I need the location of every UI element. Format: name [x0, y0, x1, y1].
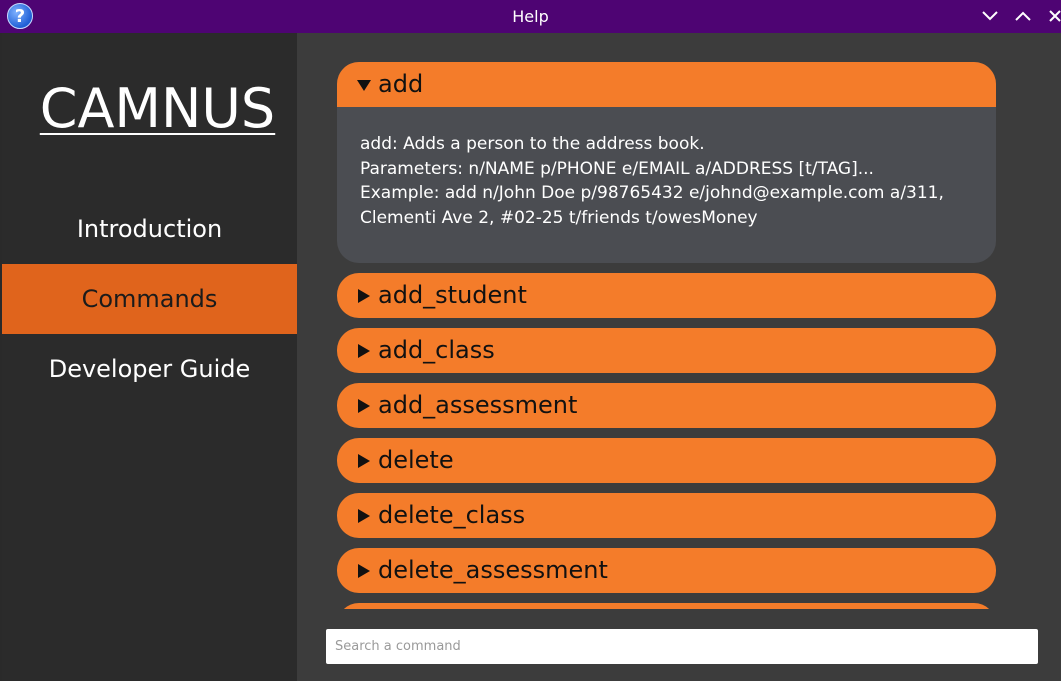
command-list[interactable]: add add: Adds a person to the address bo…	[337, 62, 996, 609]
expand-arrow-icon	[357, 80, 371, 91]
sidebar-item-developer-guide[interactable]: Developer Guide	[2, 334, 297, 404]
description-line: Parameters: n/NAME p/PHONE e/EMAIL a/ADD…	[360, 158, 874, 179]
collapse-arrow-icon	[358, 509, 370, 523]
command-item-add: add add: Adds a person to the address bo…	[337, 62, 996, 263]
command-name: delete	[378, 446, 454, 474]
command-name: add_assessment	[378, 391, 578, 419]
sidebar-item-commands[interactable]: Commands	[2, 264, 297, 334]
sidebar-item-introduction[interactable]: Introduction	[2, 194, 297, 264]
collapse-arrow-icon	[358, 454, 370, 468]
description-line: Clementi Ave 2, #02-25 t/friends t/owesM…	[360, 207, 758, 228]
collapse-arrow-icon	[358, 344, 370, 358]
command-name: delete_assessment	[378, 556, 608, 584]
command-name: add	[378, 70, 424, 98]
maximize-icon[interactable]	[1011, 5, 1035, 27]
description-line: add: Adds a person to the address book.	[360, 134, 705, 154]
command-name: add_class	[378, 336, 495, 364]
collapse-arrow-icon	[358, 399, 370, 413]
command-item-add-assessment[interactable]: add_assessment	[337, 383, 996, 428]
collapse-arrow-icon	[358, 289, 370, 303]
window-titlebar: ? Help	[0, 0, 1061, 33]
command-item-add-class[interactable]: add_class	[337, 328, 996, 373]
close-icon[interactable]	[1043, 5, 1061, 27]
collapse-arrow-icon	[358, 564, 370, 578]
main-content: add add: Adds a person to the address bo…	[297, 33, 1061, 681]
command-name: add_student	[378, 281, 527, 309]
minimize-icon[interactable]	[978, 5, 1002, 27]
command-item-add-student[interactable]: add_student	[337, 273, 996, 318]
command-item-delete[interactable]: delete	[337, 438, 996, 483]
command-item-partial[interactable]	[337, 603, 996, 609]
command-item-delete-class[interactable]: delete_class	[337, 493, 996, 538]
sidebar: CAMNUS Introduction Commands Developer G…	[2, 33, 297, 681]
description-line: Example: add n/John Doe p/98765432 e/joh…	[360, 183, 944, 203]
command-name: delete_class	[378, 501, 526, 529]
app-logo: CAMNUS	[39, 77, 276, 140]
search-input[interactable]	[326, 629, 1038, 664]
command-item-delete-assessment[interactable]: delete_assessment	[337, 548, 996, 593]
window-title: Help	[512, 7, 549, 26]
command-header-add[interactable]: add	[337, 62, 996, 107]
command-description: add: Adds a person to the address book. …	[360, 132, 980, 230]
